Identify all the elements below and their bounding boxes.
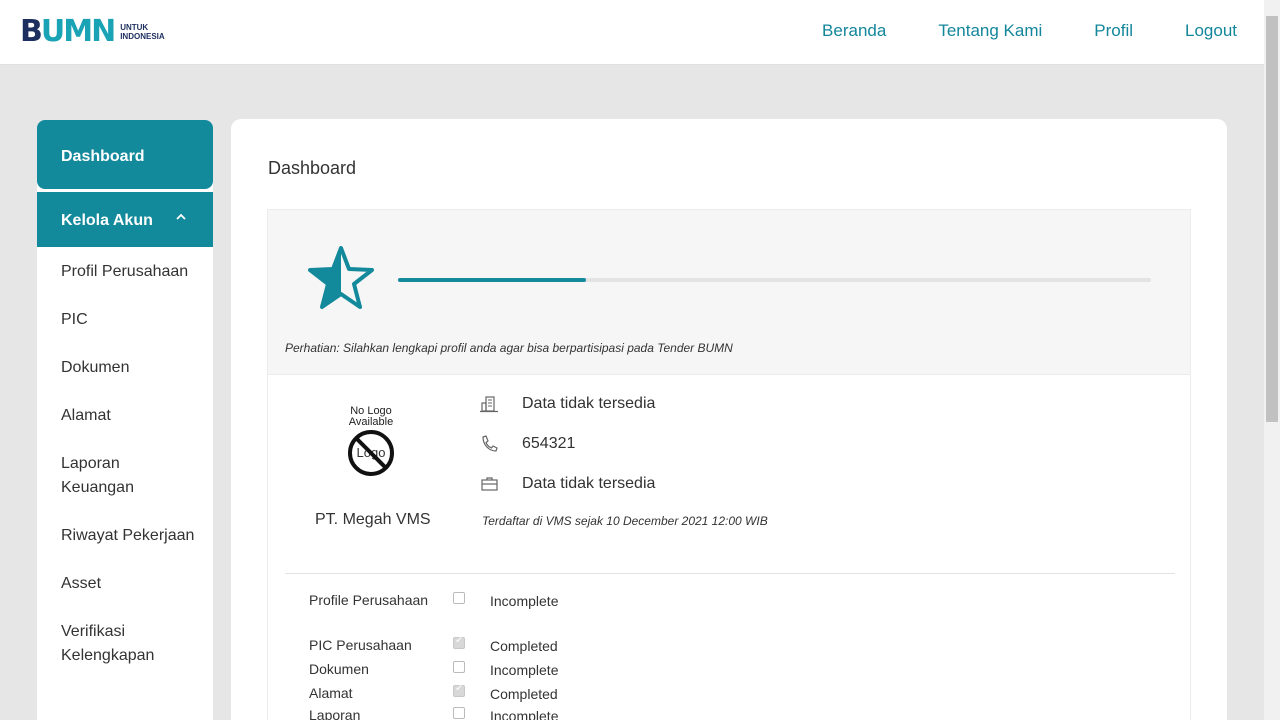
company-name: PT. Megah VMS: [315, 511, 431, 528]
company-industry: Data tidak tersedia: [480, 395, 655, 413]
status-label: Laporan: [309, 707, 361, 720]
nav-logout[interactable]: Logout: [1185, 21, 1237, 41]
status-value: Incomplete: [490, 662, 559, 678]
registered-since: Terdaftar di VMS sejak 10 December 2021 …: [482, 514, 768, 528]
status-row-alamat: Alamat Completed: [309, 683, 609, 707]
sidebar-item-riwayat-pekerjaan[interactable]: Riwayat Pekerjaan: [61, 524, 201, 548]
profile-progress-panel: Perhatian: Silahkan lengkapi profil anda…: [267, 209, 1191, 375]
briefcase-icon: [481, 477, 498, 491]
status-row-dokumen: Dokumen Incomplete: [309, 659, 609, 683]
sidebar-item-alamat[interactable]: Alamat: [61, 404, 201, 428]
sidebar: Dashboard Kelola Akun Profil Perusahaan …: [37, 120, 213, 720]
divider: [285, 573, 1175, 574]
status-label: PIC Perusahaan: [309, 637, 412, 653]
status-row-laporan: Laporan Incomplete: [309, 705, 609, 720]
business-value: Data tidak tersedia: [522, 475, 656, 492]
sidebar-item-dashboard[interactable]: Dashboard: [37, 120, 213, 189]
status-row-profile-perusahaan: Profile Perusahaan Incomplete: [309, 590, 609, 614]
status-row-pic-perusahaan: PIC Perusahaan Completed: [309, 635, 609, 659]
logo-mark: BUMN: [20, 14, 116, 49]
page-scrollbar[interactable]: [1264, 0, 1280, 720]
status-checkbox[interactable]: [453, 683, 465, 697]
status-value: Completed: [490, 638, 558, 654]
status-checkbox[interactable]: [453, 635, 465, 649]
status-value: Incomplete: [490, 593, 559, 609]
profile-progress-bar: [398, 278, 1151, 282]
top-navbar: BUMN UNTUK INDONESIA Beranda Tentang Kam…: [0, 0, 1264, 65]
sidebar-item-dokumen[interactable]: Dokumen: [61, 356, 201, 380]
company-info-panel: No Logo Available Logo PT. Megah VMS Dat…: [267, 375, 1191, 720]
sidebar-item-laporan-keuangan[interactable]: Laporan Keuangan: [61, 452, 171, 500]
progress-fill: [398, 278, 587, 282]
nav-tentang-kami[interactable]: Tentang Kami: [938, 21, 1042, 41]
sidebar-item-asset[interactable]: Asset: [61, 572, 201, 596]
phone-icon: [482, 435, 498, 452]
status-checkbox[interactable]: [453, 707, 465, 719]
sidebar-item-profil-perusahaan[interactable]: Profil Perusahaan: [61, 260, 201, 284]
dashboard-card: Dashboard Perhatian: Silahkan lengkapi p…: [231, 119, 1227, 720]
profile-notice: Perhatian: Silahkan lengkapi profil anda…: [285, 341, 733, 355]
industry-value: Data tidak tersedia: [522, 395, 656, 412]
svg-text:Available: Available: [349, 416, 393, 428]
sidebar-item-verifikasi-kelengkapan[interactable]: Verifikasi Kelengkapan: [61, 620, 171, 668]
sidebar-item-pic[interactable]: PIC: [61, 308, 201, 332]
building-icon: [480, 396, 498, 413]
status-checkbox[interactable]: [453, 661, 465, 673]
phone-value: 654321: [522, 435, 576, 452]
main-nav: Beranda Tentang Kami Profil Logout: [822, 21, 1237, 41]
status-checkbox[interactable]: [453, 592, 465, 604]
company-phone: 654321: [480, 435, 575, 453]
page-title: Dashboard: [268, 158, 357, 178]
logo-subtitle: UNTUK INDONESIA: [120, 23, 165, 41]
status-label: Profile Perusahaan: [309, 592, 429, 608]
chevron-up-icon: [175, 210, 187, 226]
status-value: Incomplete: [490, 708, 559, 720]
bumn-logo[interactable]: BUMN UNTUK INDONESIA: [20, 17, 165, 47]
nav-beranda[interactable]: Beranda: [822, 21, 886, 41]
status-label: Dokumen: [309, 661, 369, 677]
half-star-icon: [308, 246, 374, 309]
scrollbar-thumb[interactable]: [1266, 16, 1278, 422]
status-label: Alamat: [309, 685, 353, 701]
sidebar-item-kelola-akun[interactable]: Kelola Akun: [37, 192, 213, 247]
company-business: Data tidak tersedia: [480, 475, 655, 493]
no-logo-image: No Logo Available Logo: [348, 405, 394, 476]
nav-profil[interactable]: Profil: [1094, 21, 1133, 41]
status-value: Completed: [490, 686, 558, 702]
sidebar-item-label: Kelola Akun: [61, 212, 153, 229]
